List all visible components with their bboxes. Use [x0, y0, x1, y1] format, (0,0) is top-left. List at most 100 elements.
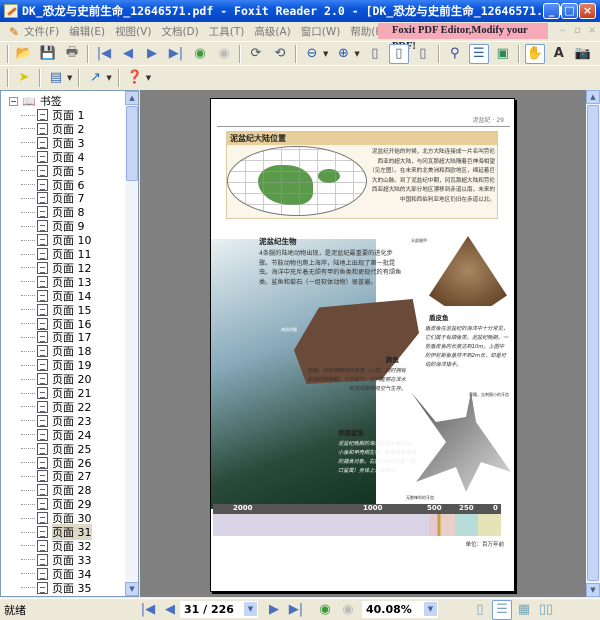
- single-page-icon[interactable]: ▯: [470, 600, 490, 620]
- annotation-dropdown-icon[interactable]: ▼: [67, 74, 72, 82]
- thumbnails-icon[interactable]: ▣: [493, 44, 513, 64]
- bookmark-item[interactable]: 页面 23: [21, 414, 92, 428]
- select-arrow-icon[interactable]: ➤: [14, 68, 34, 88]
- doc-scroll-thumb[interactable]: [587, 105, 599, 581]
- annotation-tool-icon[interactable]: ▤: [46, 68, 66, 88]
- fit-page-icon[interactable]: ▯: [388, 43, 409, 64]
- bookmark-item[interactable]: 页面 17: [21, 330, 92, 344]
- bookmarks-panel-icon[interactable]: ☰: [468, 43, 489, 64]
- menu-file[interactable]: 文件(F): [24, 24, 59, 39]
- help-icon[interactable]: ❓: [125, 68, 145, 88]
- bookmark-item[interactable]: 页面 27: [21, 469, 92, 483]
- menu-advanced[interactable]: 高级(A): [254, 24, 290, 39]
- save-icon[interactable]: 💾: [38, 44, 58, 64]
- bookmark-item[interactable]: 页面 8: [21, 205, 85, 219]
- status-back-icon[interactable]: ◉: [315, 600, 335, 620]
- status-prev-page-icon[interactable]: ◀: [160, 600, 180, 620]
- scroll-up-button[interactable]: ▲: [125, 91, 138, 105]
- arrow-tool-icon[interactable]: ↗: [85, 68, 105, 88]
- bookmark-item[interactable]: 页面 7: [21, 191, 85, 205]
- bookmark-item[interactable]: 页面 6: [21, 178, 85, 192]
- bookmark-item[interactable]: 页面 20: [21, 372, 92, 386]
- forward-icon[interactable]: ◉: [214, 44, 234, 64]
- help-dropdown-icon[interactable]: ▼: [146, 74, 151, 82]
- bookmark-item[interactable]: 页面 19: [21, 358, 92, 372]
- bookmark-item[interactable]: 页面 14: [21, 289, 92, 303]
- minimize-button[interactable]: _: [543, 3, 560, 19]
- bookmark-item[interactable]: 页面 4: [21, 150, 85, 164]
- sidebar-scroll-thumb[interactable]: [126, 106, 138, 181]
- bookmark-item[interactable]: 页面 31: [21, 524, 92, 540]
- zoom-in-dropdown-icon[interactable]: ▼: [354, 50, 359, 58]
- rotate-right-icon[interactable]: ⟳: [246, 44, 266, 64]
- doc-scroll-down-button[interactable]: ▼: [586, 583, 600, 597]
- zoom-in-icon[interactable]: ⊕: [333, 44, 353, 64]
- zoom-dropdown-icon[interactable]: ▼: [424, 602, 437, 616]
- document-scrollbar[interactable]: ▲ ▼: [586, 90, 600, 597]
- bookmark-item[interactable]: 页面 35: [21, 581, 92, 595]
- snapshot-icon[interactable]: 📷: [573, 44, 593, 64]
- bookmark-root[interactable]: − 📖 书签: [9, 94, 62, 108]
- bookmark-item[interactable]: 页面 9: [21, 219, 85, 233]
- doc-scroll-up-button[interactable]: ▲: [586, 90, 600, 104]
- bookmark-item[interactable]: 页面 12: [21, 261, 92, 275]
- bookmark-item[interactable]: 页面 24: [21, 428, 92, 442]
- bookmark-item[interactable]: 页面 26: [21, 456, 92, 470]
- last-page-icon[interactable]: ▶|: [166, 44, 186, 64]
- bookmark-item[interactable]: 页面 16: [21, 317, 92, 331]
- bookmark-item[interactable]: 页面 18: [21, 344, 92, 358]
- collapse-icon[interactable]: −: [9, 96, 18, 106]
- bookmark-item[interactable]: 页面 21: [21, 386, 92, 400]
- status-last-page-icon[interactable]: ▶|: [286, 600, 306, 620]
- bookmark-item[interactable]: 页面 22: [21, 400, 92, 414]
- bookmark-item[interactable]: 页面 28: [21, 483, 92, 497]
- promo-banner[interactable]: Foxit PDF Editor,Modify your PDF!: [378, 23, 548, 52]
- menu-view[interactable]: 视图(V): [115, 24, 151, 39]
- open-icon[interactable]: 📂: [14, 44, 34, 64]
- mdi-close-button[interactable]: ×: [588, 25, 596, 36]
- sidebar-scrollbar[interactable]: ▲ ▼: [125, 91, 138, 596]
- page-dropdown-icon[interactable]: ▼: [244, 602, 257, 616]
- bookmark-item[interactable]: 页面 29: [21, 497, 92, 511]
- continuous-icon[interactable]: ☰: [492, 599, 512, 620]
- bookmark-item[interactable]: 页面 32: [21, 539, 92, 553]
- page-number-select[interactable]: 31 / 226 ▼: [180, 601, 258, 618]
- maximize-button[interactable]: □: [561, 3, 578, 19]
- menu-tools[interactable]: 工具(T): [209, 24, 245, 39]
- fit-width-icon[interactable]: ▯: [413, 44, 433, 64]
- hand-tool-icon[interactable]: ✋: [524, 43, 545, 64]
- menu-edit[interactable]: 编辑(E): [69, 24, 105, 39]
- select-text-icon[interactable]: A: [549, 44, 569, 64]
- bookmark-item[interactable]: 页面 3: [21, 136, 85, 150]
- bookmark-item[interactable]: 页面 25: [21, 442, 92, 456]
- bookmark-item[interactable]: 页面 1: [21, 108, 85, 122]
- prev-page-icon[interactable]: ◀: [118, 44, 138, 64]
- rotate-left-icon[interactable]: ⟲: [270, 44, 290, 64]
- first-page-icon[interactable]: |◀: [94, 44, 114, 64]
- back-icon[interactable]: ◉: [190, 44, 210, 64]
- mdi-restore-button[interactable]: ▫: [574, 25, 581, 36]
- mdi-minimize-button[interactable]: –: [560, 25, 565, 36]
- bookmark-item[interactable]: 页面 2: [21, 122, 85, 136]
- bookmark-item[interactable]: 页面 34: [21, 567, 92, 581]
- actual-size-icon[interactable]: ▯: [365, 44, 385, 64]
- continuous-facing-icon[interactable]: ▦: [514, 600, 534, 620]
- next-page-icon[interactable]: ▶: [142, 44, 162, 64]
- close-button[interactable]: ×: [579, 3, 596, 19]
- menu-document[interactable]: 文档(D): [161, 24, 198, 39]
- print-icon[interactable]: 🖶: [62, 44, 82, 64]
- bookmark-item[interactable]: 页面 33: [21, 553, 92, 567]
- zoom-out-icon[interactable]: ⊖: [302, 44, 322, 64]
- status-next-page-icon[interactable]: ▶: [264, 600, 284, 620]
- scroll-down-button[interactable]: ▼: [125, 582, 138, 596]
- bookmark-item[interactable]: 页面 15: [21, 303, 92, 317]
- bookmark-item[interactable]: 页面 5: [21, 164, 85, 178]
- zoom-out-dropdown-icon[interactable]: ▼: [323, 50, 328, 58]
- status-first-page-icon[interactable]: |◀: [138, 600, 158, 620]
- bookmark-item[interactable]: 页面 30: [21, 511, 92, 525]
- status-forward-icon[interactable]: ◉: [338, 600, 358, 620]
- bookmark-item[interactable]: 页面 11: [21, 247, 92, 261]
- bookmark-item[interactable]: 页面 13: [21, 275, 92, 289]
- find-icon[interactable]: ⚲: [445, 44, 465, 64]
- menu-window[interactable]: 窗口(W): [301, 24, 341, 39]
